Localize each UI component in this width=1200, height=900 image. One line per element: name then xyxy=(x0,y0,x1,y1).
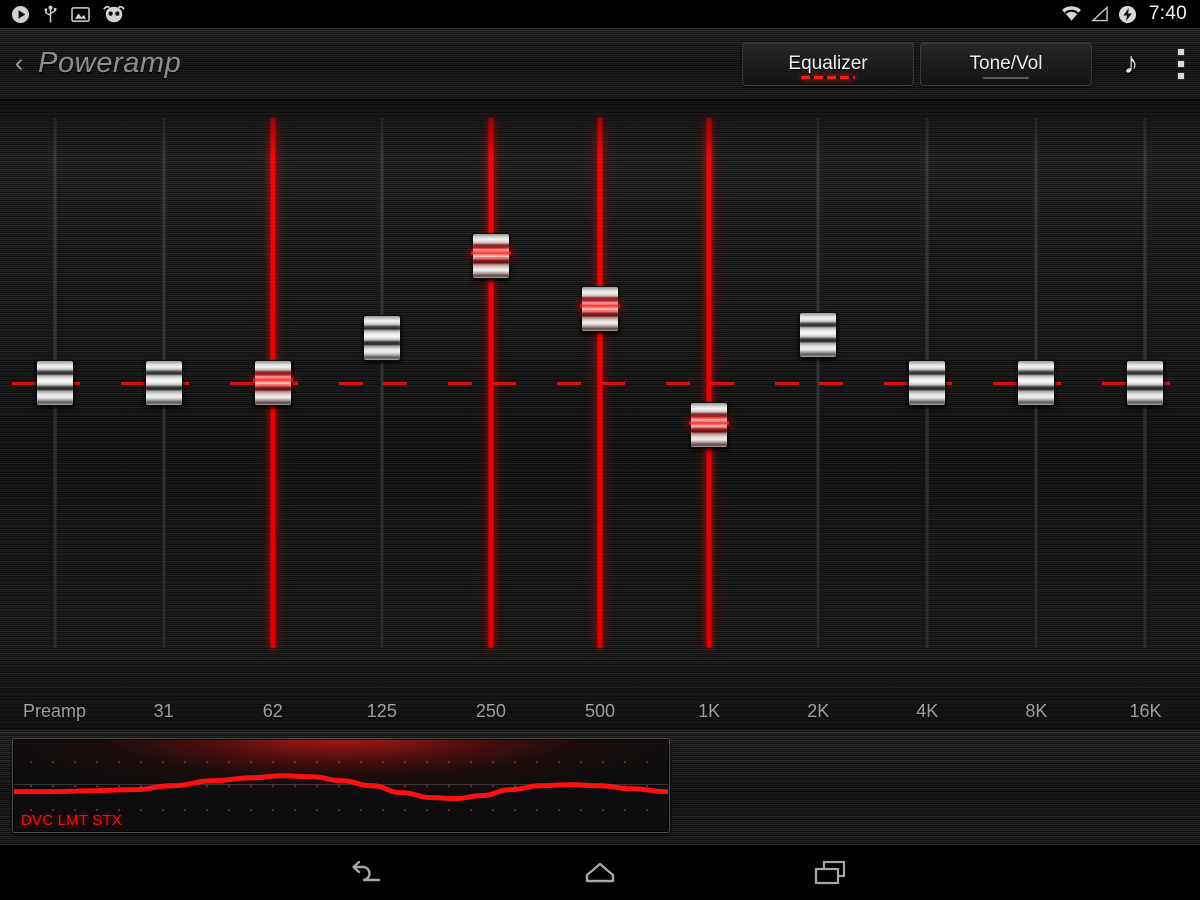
back-nav-icon[interactable] xyxy=(335,850,405,895)
overflow-dot xyxy=(1177,47,1185,56)
cyanogenmod-icon xyxy=(103,5,125,22)
equalizer-band-list xyxy=(0,100,1200,730)
eq-band-label: 31 xyxy=(153,701,174,721)
battery-charging-icon xyxy=(1118,5,1136,23)
eq-response-visualizer[interactable]: DVC LMT STX xyxy=(12,738,670,833)
eq-band-62[interactable] xyxy=(218,100,327,730)
eq-band-thumb[interactable] xyxy=(799,312,838,359)
tab-group: Equalizer Tone/Vol ♪ xyxy=(742,40,1200,88)
eq-band-label: 62 xyxy=(262,701,283,721)
app-action-bar: ‹ Poweramp Equalizer Tone/Vol ♪ xyxy=(0,28,1200,100)
tab-tone-vol-label: Tone/Vol xyxy=(969,52,1043,74)
eq-band-thumb[interactable] xyxy=(1126,360,1165,406)
poweramp-equalizer-screen: 7:40 ‹ Poweramp Equalizer Tone/Vol ♪ Pre… xyxy=(0,0,1200,900)
screenshot-icon xyxy=(71,6,90,22)
eq-band-thumb[interactable] xyxy=(253,360,292,406)
eq-band-label: 250 xyxy=(475,701,506,721)
eq-band-label: 2K xyxy=(807,701,830,721)
music-note-icon[interactable]: ♪ xyxy=(1108,40,1154,88)
eq-band-label: 4K xyxy=(916,701,939,721)
status-bar-system-icons: 7:40 xyxy=(1061,3,1200,25)
android-navigation-bar xyxy=(0,845,1200,900)
eq-band-center-marker xyxy=(447,382,534,385)
tab-equalizer-active-indicator xyxy=(801,75,855,79)
eq-band-center-marker xyxy=(338,382,425,385)
eq-band-preamp[interactable] xyxy=(0,100,109,730)
back-button[interactable]: ‹ xyxy=(6,51,32,76)
app-title: Poweramp xyxy=(38,47,182,79)
eq-band-thumb[interactable] xyxy=(144,360,183,406)
overflow-dot xyxy=(1177,71,1185,80)
visualizer-status-text: DVC LMT STX xyxy=(21,812,123,829)
wifi-icon xyxy=(1061,6,1081,21)
eq-band-center-marker xyxy=(557,382,644,385)
overflow-menu-icon[interactable] xyxy=(1162,40,1200,88)
eq-band-center-marker xyxy=(775,382,862,385)
eq-band-500[interactable] xyxy=(545,100,654,730)
signal-icon xyxy=(1090,6,1108,22)
eq-band-31[interactable] xyxy=(109,100,218,730)
tab-equalizer-label: Equalizer xyxy=(788,52,868,74)
eq-band-label: Preamp xyxy=(23,701,87,721)
equalizer-band-labels: Preamp 31 62 125 250 500 1K 2K 4K 8K 16K xyxy=(0,694,1200,728)
play-circle-icon xyxy=(11,5,30,23)
eq-band-125[interactable] xyxy=(327,100,436,730)
eq-band-label: 125 xyxy=(366,701,397,721)
bottom-bar: DVC LMT STX EquPresetSaveReset xyxy=(0,730,1200,845)
tab-equalizer[interactable]: Equalizer xyxy=(742,41,914,86)
eq-band-label: 500 xyxy=(584,701,616,721)
eq-band-16k[interactable] xyxy=(1091,100,1200,730)
eq-band-250[interactable] xyxy=(436,100,545,730)
eq-band-thumb[interactable] xyxy=(35,360,74,406)
overflow-dot xyxy=(1177,59,1185,68)
eq-band-thumb[interactable] xyxy=(581,285,620,332)
home-nav-icon[interactable] xyxy=(565,850,635,895)
eq-band-1k[interactable] xyxy=(655,100,764,730)
android-status-bar: 7:40 xyxy=(0,0,1200,28)
equalizer-panel xyxy=(0,100,1200,730)
eq-band-thumb[interactable] xyxy=(1017,360,1056,406)
eq-band-8k[interactable] xyxy=(982,100,1091,730)
tab-tone-vol[interactable]: Tone/Vol xyxy=(920,41,1092,86)
visualizer-inner: DVC LMT STX xyxy=(14,740,668,831)
eq-band-center-marker xyxy=(666,382,753,385)
eq-band-label: 16K xyxy=(1129,701,1162,721)
eq-band-thumb[interactable] xyxy=(471,232,510,279)
usb-icon xyxy=(44,5,57,22)
eq-band-4k[interactable] xyxy=(873,100,982,730)
status-bar-clock: 7:40 xyxy=(1148,3,1187,24)
tab-tone-vol-indicator xyxy=(983,76,1029,79)
eq-band-label: 1K xyxy=(698,701,721,721)
eq-band-thumb[interactable] xyxy=(690,402,729,449)
eq-band-thumb[interactable] xyxy=(362,314,401,361)
recents-nav-icon[interactable] xyxy=(795,850,865,895)
eq-band-thumb[interactable] xyxy=(908,360,947,406)
eq-band-label: 8K xyxy=(1025,701,1048,721)
status-bar-notification-icons xyxy=(0,5,125,24)
eq-band-2k[interactable] xyxy=(764,100,873,730)
